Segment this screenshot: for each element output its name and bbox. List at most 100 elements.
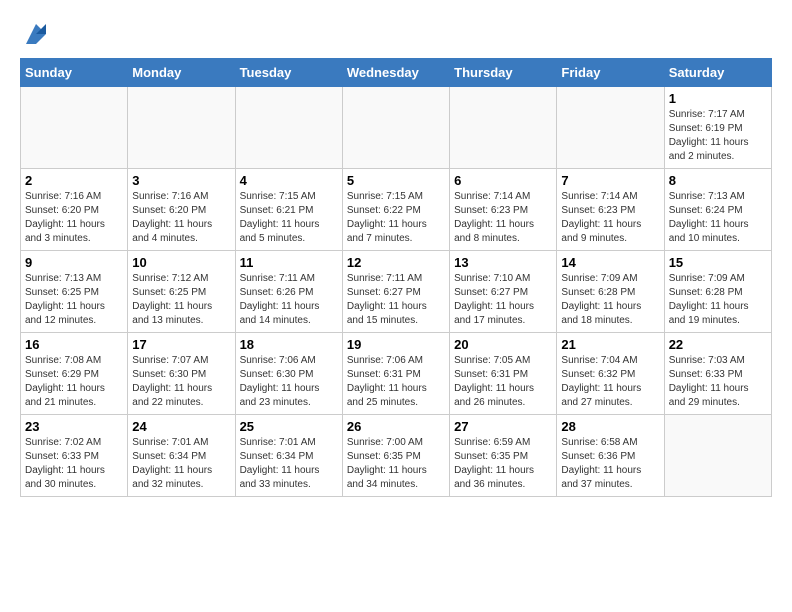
day-number: 15 bbox=[669, 255, 767, 270]
day-number: 11 bbox=[240, 255, 338, 270]
day-number: 8 bbox=[669, 173, 767, 188]
day-info: Sunrise: 7:11 AM Sunset: 6:27 PM Dayligh… bbox=[347, 272, 445, 328]
day-info: Sunrise: 7:14 AM Sunset: 6:23 PM Dayligh… bbox=[561, 190, 659, 246]
calendar-header-row: SundayMondayTuesdayWednesdayThursdayFrid… bbox=[21, 59, 772, 87]
calendar-cell: 25 Sunrise: 7:01 AM Sunset: 6:34 PM Dayli… bbox=[235, 415, 342, 497]
day-number: 14 bbox=[561, 255, 659, 270]
day-number: 10 bbox=[132, 255, 230, 270]
day-info: Sunrise: 7:07 AM Sunset: 6:30 PM Dayligh… bbox=[132, 354, 230, 410]
day-number: 4 bbox=[240, 173, 338, 188]
day-number: 23 bbox=[25, 419, 123, 434]
calendar-cell bbox=[235, 87, 342, 169]
calendar-cell: 24 Sunrise: 7:01 AM Sunset: 6:34 PM Dayli… bbox=[128, 415, 235, 497]
day-number: 2 bbox=[25, 173, 123, 188]
day-number: 18 bbox=[240, 337, 338, 352]
day-info: Sunrise: 7:05 AM Sunset: 6:31 PM Dayligh… bbox=[454, 354, 552, 410]
calendar-week-1: 1 Sunrise: 7:17 AM Sunset: 6:19 PM Daylig… bbox=[21, 87, 772, 169]
day-info: Sunrise: 7:08 AM Sunset: 6:29 PM Dayligh… bbox=[25, 354, 123, 410]
calendar-cell: 16 Sunrise: 7:08 AM Sunset: 6:29 PM Dayli… bbox=[21, 333, 128, 415]
day-info: Sunrise: 7:06 AM Sunset: 6:31 PM Dayligh… bbox=[347, 354, 445, 410]
calendar-cell bbox=[450, 87, 557, 169]
day-number: 5 bbox=[347, 173, 445, 188]
calendar-cell: 1 Sunrise: 7:17 AM Sunset: 6:19 PM Daylig… bbox=[664, 87, 771, 169]
day-info: Sunrise: 7:10 AM Sunset: 6:27 PM Dayligh… bbox=[454, 272, 552, 328]
day-number: 16 bbox=[25, 337, 123, 352]
weekday-header-monday: Monday bbox=[128, 59, 235, 87]
day-number: 6 bbox=[454, 173, 552, 188]
day-info: Sunrise: 7:11 AM Sunset: 6:26 PM Dayligh… bbox=[240, 272, 338, 328]
day-number: 12 bbox=[347, 255, 445, 270]
calendar-cell: 9 Sunrise: 7:13 AM Sunset: 6:25 PM Daylig… bbox=[21, 251, 128, 333]
calendar-cell: 6 Sunrise: 7:14 AM Sunset: 6:23 PM Daylig… bbox=[450, 169, 557, 251]
calendar-cell: 14 Sunrise: 7:09 AM Sunset: 6:28 PM Dayli… bbox=[557, 251, 664, 333]
day-info: Sunrise: 7:13 AM Sunset: 6:25 PM Dayligh… bbox=[25, 272, 123, 328]
calendar-week-2: 2 Sunrise: 7:16 AM Sunset: 6:20 PM Daylig… bbox=[21, 169, 772, 251]
weekday-header-wednesday: Wednesday bbox=[342, 59, 449, 87]
weekday-header-thursday: Thursday bbox=[450, 59, 557, 87]
calendar-week-4: 16 Sunrise: 7:08 AM Sunset: 6:29 PM Dayli… bbox=[21, 333, 772, 415]
calendar-cell: 3 Sunrise: 7:16 AM Sunset: 6:20 PM Daylig… bbox=[128, 169, 235, 251]
day-number: 28 bbox=[561, 419, 659, 434]
calendar-week-3: 9 Sunrise: 7:13 AM Sunset: 6:25 PM Daylig… bbox=[21, 251, 772, 333]
day-info: Sunrise: 7:14 AM Sunset: 6:23 PM Dayligh… bbox=[454, 190, 552, 246]
day-number: 13 bbox=[454, 255, 552, 270]
weekday-header-tuesday: Tuesday bbox=[235, 59, 342, 87]
calendar-cell: 13 Sunrise: 7:10 AM Sunset: 6:27 PM Dayli… bbox=[450, 251, 557, 333]
day-info: Sunrise: 7:06 AM Sunset: 6:30 PM Dayligh… bbox=[240, 354, 338, 410]
day-info: Sunrise: 7:17 AM Sunset: 6:19 PM Dayligh… bbox=[669, 108, 767, 164]
calendar-cell: 8 Sunrise: 7:13 AM Sunset: 6:24 PM Daylig… bbox=[664, 169, 771, 251]
calendar-cell: 2 Sunrise: 7:16 AM Sunset: 6:20 PM Daylig… bbox=[21, 169, 128, 251]
logo bbox=[20, 20, 50, 48]
logo-icon bbox=[22, 20, 50, 48]
day-number: 27 bbox=[454, 419, 552, 434]
calendar-cell: 5 Sunrise: 7:15 AM Sunset: 6:22 PM Daylig… bbox=[342, 169, 449, 251]
calendar-cell: 26Sunrise: 7:00 AM Sunset: 6:35 PM Dayli… bbox=[342, 415, 449, 497]
day-number: 24 bbox=[132, 419, 230, 434]
calendar-cell bbox=[128, 87, 235, 169]
calendar-cell: 27 Sunrise: 6:59 AM Sunset: 6:35 PM Dayli… bbox=[450, 415, 557, 497]
calendar-cell: 21 Sunrise: 7:04 AM Sunset: 6:32 PM Dayli… bbox=[557, 333, 664, 415]
day-info: Sunrise: 7:02 AM Sunset: 6:33 PM Dayligh… bbox=[25, 436, 123, 492]
calendar-cell: 15 Sunrise: 7:09 AM Sunset: 6:28 PM Dayli… bbox=[664, 251, 771, 333]
day-info: Sunrise: 7:09 AM Sunset: 6:28 PM Dayligh… bbox=[669, 272, 767, 328]
calendar-table: SundayMondayTuesdayWednesdayThursdayFrid… bbox=[20, 58, 772, 497]
day-info: Sunrise: 7:13 AM Sunset: 6:24 PM Dayligh… bbox=[669, 190, 767, 246]
day-info: Sunrise: 7:09 AM Sunset: 6:28 PM Dayligh… bbox=[561, 272, 659, 328]
calendar-cell: 19Sunrise: 7:06 AM Sunset: 6:31 PM Dayli… bbox=[342, 333, 449, 415]
calendar-cell bbox=[21, 87, 128, 169]
day-number: 3 bbox=[132, 173, 230, 188]
day-info: Sunrise: 6:59 AM Sunset: 6:35 PM Dayligh… bbox=[454, 436, 552, 492]
day-number: 22 bbox=[669, 337, 767, 352]
day-info: Sunrise: 7:01 AM Sunset: 6:34 PM Dayligh… bbox=[132, 436, 230, 492]
day-info: Sunrise: 6:58 AM Sunset: 6:36 PM Dayligh… bbox=[561, 436, 659, 492]
day-info: Sunrise: 7:01 AM Sunset: 6:34 PM Dayligh… bbox=[240, 436, 338, 492]
calendar-cell bbox=[557, 87, 664, 169]
day-number: 1 bbox=[669, 91, 767, 106]
calendar-cell: 4 Sunrise: 7:15 AM Sunset: 6:21 PM Daylig… bbox=[235, 169, 342, 251]
calendar-week-5: 23 Sunrise: 7:02 AM Sunset: 6:33 PM Dayli… bbox=[21, 415, 772, 497]
day-number: 9 bbox=[25, 255, 123, 270]
weekday-header-saturday: Saturday bbox=[664, 59, 771, 87]
day-info: Sunrise: 7:04 AM Sunset: 6:32 PM Dayligh… bbox=[561, 354, 659, 410]
day-info: Sunrise: 7:15 AM Sunset: 6:22 PM Dayligh… bbox=[347, 190, 445, 246]
calendar-cell: 17Sunrise: 7:07 AM Sunset: 6:30 PM Dayli… bbox=[128, 333, 235, 415]
day-number: 7 bbox=[561, 173, 659, 188]
day-info: Sunrise: 7:16 AM Sunset: 6:20 PM Dayligh… bbox=[25, 190, 123, 246]
day-info: Sunrise: 7:12 AM Sunset: 6:25 PM Dayligh… bbox=[132, 272, 230, 328]
day-number: 25 bbox=[240, 419, 338, 434]
calendar-cell bbox=[342, 87, 449, 169]
calendar-cell bbox=[664, 415, 771, 497]
page-header bbox=[20, 20, 772, 48]
calendar-cell: 18 Sunrise: 7:06 AM Sunset: 6:30 PM Dayli… bbox=[235, 333, 342, 415]
day-number: 21 bbox=[561, 337, 659, 352]
calendar-cell: 7 Sunrise: 7:14 AM Sunset: 6:23 PM Daylig… bbox=[557, 169, 664, 251]
day-number: 26 bbox=[347, 419, 445, 434]
calendar-cell: 11 Sunrise: 7:11 AM Sunset: 6:26 PM Dayli… bbox=[235, 251, 342, 333]
weekday-header-sunday: Sunday bbox=[21, 59, 128, 87]
day-info: Sunrise: 7:16 AM Sunset: 6:20 PM Dayligh… bbox=[132, 190, 230, 246]
calendar-cell: 20 Sunrise: 7:05 AM Sunset: 6:31 PM Dayli… bbox=[450, 333, 557, 415]
day-info: Sunrise: 7:15 AM Sunset: 6:21 PM Dayligh… bbox=[240, 190, 338, 246]
day-number: 20 bbox=[454, 337, 552, 352]
calendar-cell: 23 Sunrise: 7:02 AM Sunset: 6:33 PM Dayli… bbox=[21, 415, 128, 497]
day-info: Sunrise: 7:03 AM Sunset: 6:33 PM Dayligh… bbox=[669, 354, 767, 410]
